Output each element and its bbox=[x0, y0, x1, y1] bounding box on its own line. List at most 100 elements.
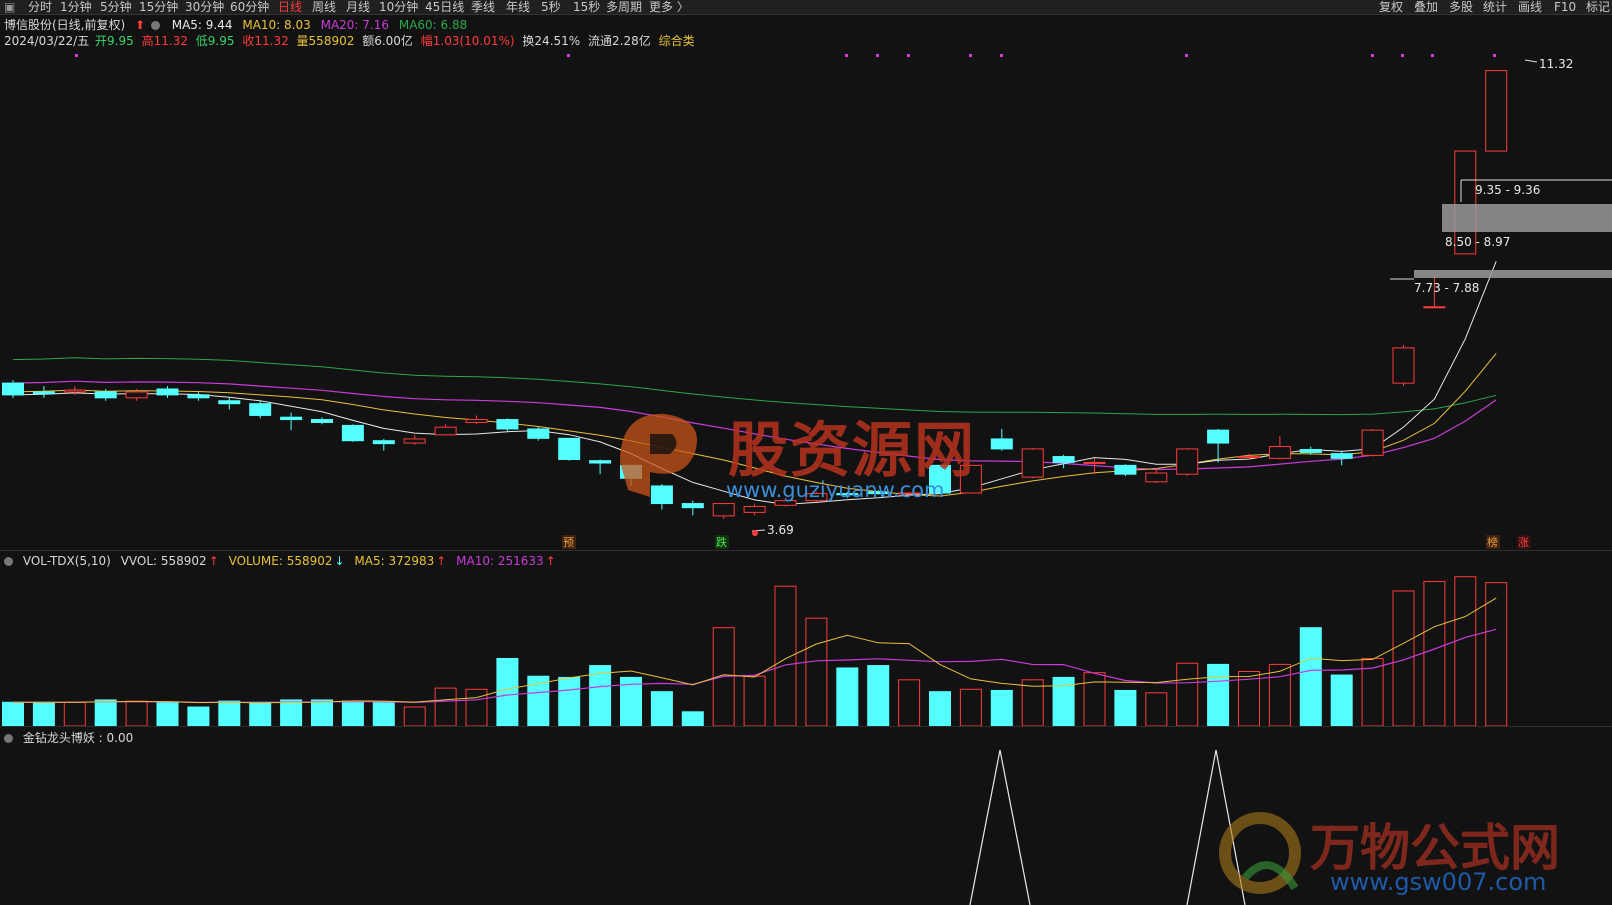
top-marker-2 bbox=[845, 54, 848, 57]
volume-bar-28 bbox=[867, 665, 890, 727]
candle-body-34 bbox=[1052, 456, 1075, 463]
zone-label-2: 8.50 - 8.97 bbox=[1445, 235, 1510, 249]
candle-body-4 bbox=[125, 391, 148, 399]
volume-bar-21 bbox=[650, 691, 673, 727]
top-marker-10 bbox=[1431, 54, 1434, 57]
candle-body-13 bbox=[403, 438, 426, 444]
candle-body-45 bbox=[1392, 347, 1415, 384]
zone-label-3: 7.73 - 7.88 bbox=[1414, 281, 1479, 295]
volume-bar-11 bbox=[341, 700, 364, 727]
candle-body-48 bbox=[1485, 70, 1508, 152]
volume-ma5: MA5: 372983 bbox=[354, 554, 435, 568]
candle-body-25 bbox=[774, 500, 797, 506]
panel-divider-2[interactable] bbox=[0, 726, 1612, 727]
volume-bar-47 bbox=[1454, 576, 1477, 727]
volume-settings-icon[interactable] bbox=[4, 554, 19, 568]
candle-body-27 bbox=[836, 493, 859, 496]
volume-bar-39 bbox=[1207, 663, 1230, 727]
indicator-panel-header: 金钻龙头博妖 : 0.00 bbox=[4, 730, 139, 746]
candle-body-36 bbox=[1114, 464, 1137, 475]
candle-body-2 bbox=[63, 389, 86, 393]
zone-band-1 bbox=[1442, 204, 1612, 232]
candle-body-26 bbox=[805, 493, 828, 502]
volume-bar-46 bbox=[1423, 580, 1446, 727]
candle-body-9 bbox=[280, 416, 303, 421]
volume-bar-41 bbox=[1268, 663, 1291, 727]
candle-body-12 bbox=[372, 440, 395, 445]
up-arrow-icon: ↑ bbox=[436, 554, 447, 568]
volume-bar-36 bbox=[1114, 689, 1137, 727]
panel-divider-1[interactable] bbox=[0, 550, 1612, 551]
top-marker-11 bbox=[1493, 54, 1496, 57]
candle-body-46 bbox=[1423, 306, 1446, 309]
volume-bar-14 bbox=[434, 687, 457, 727]
volume-bar-5 bbox=[156, 701, 179, 727]
candle-body-28 bbox=[867, 491, 890, 495]
volume-bar-0 bbox=[2, 701, 24, 727]
volume-bar-9 bbox=[280, 699, 303, 727]
indicator-settings-icon[interactable] bbox=[4, 731, 19, 745]
candle-body-14 bbox=[434, 426, 457, 436]
top-marker-9 bbox=[1401, 54, 1404, 57]
top-marker-1 bbox=[567, 54, 570, 57]
candle-body-3 bbox=[94, 391, 117, 399]
volume-total: VOLUME: 558902 bbox=[228, 554, 333, 568]
volume-bar-1 bbox=[32, 701, 55, 727]
volume-bar-29 bbox=[898, 679, 921, 727]
down-arrow-icon: ↓ bbox=[334, 554, 345, 568]
candle-body-23 bbox=[712, 503, 735, 517]
top-marker-8 bbox=[1371, 54, 1374, 57]
volume-bar-35 bbox=[1083, 672, 1106, 727]
volume-bar-27 bbox=[836, 667, 859, 727]
volume-bar-10 bbox=[311, 699, 333, 727]
volume-bar-31 bbox=[959, 688, 982, 727]
candle-body-42 bbox=[1299, 449, 1322, 453]
volume-bar-43 bbox=[1330, 674, 1353, 727]
candle-body-44 bbox=[1361, 429, 1384, 456]
top-marker-0 bbox=[75, 54, 78, 57]
volume-ma10: MA10: 251633 bbox=[456, 554, 544, 568]
volume-bar-48 bbox=[1485, 582, 1508, 727]
low-price-label: 3.69 bbox=[767, 523, 794, 537]
candle-body-18 bbox=[558, 437, 581, 461]
top-marker-7 bbox=[1185, 54, 1188, 57]
indicator-spike-2 bbox=[1186, 749, 1246, 905]
candle-body-30 bbox=[929, 464, 951, 494]
indicator-spike-1 bbox=[969, 749, 1031, 905]
volume-bar-37 bbox=[1145, 692, 1168, 727]
high-pointer bbox=[1524, 59, 1538, 63]
ma10-line bbox=[12, 353, 1497, 497]
volume-bar-45 bbox=[1392, 590, 1415, 727]
top-marker-6 bbox=[1000, 54, 1003, 57]
volume-bar-4 bbox=[125, 700, 148, 727]
candle-body-38 bbox=[1176, 448, 1199, 475]
candle-body-41 bbox=[1268, 446, 1291, 459]
volume-bar-8 bbox=[249, 701, 272, 727]
volume-bar-15 bbox=[465, 688, 488, 727]
volume-bar-30 bbox=[929, 691, 951, 727]
volume-panel-header: VOL-TDX(5,10) VVOL: 558902 ↑ VOLUME: 5589… bbox=[4, 553, 562, 569]
candle-body-20 bbox=[620, 464, 642, 479]
volume-bar-18 bbox=[558, 676, 581, 727]
candlestick-chart[interactable]: 9.35 - 9.36 8.50 - 8.97 7.73 - 7.88 11.32 3.… bbox=[0, 0, 1612, 905]
volume-bar-6 bbox=[187, 706, 210, 727]
candle-body-5 bbox=[156, 388, 179, 396]
candle-body-15 bbox=[465, 419, 488, 423]
indicator-label[interactable]: 金钻龙头博妖 : 0.00 bbox=[23, 731, 133, 745]
candle-body-32 bbox=[990, 438, 1013, 450]
candle-body-21 bbox=[650, 485, 673, 505]
volume-bar-2 bbox=[63, 701, 86, 727]
ma60-line bbox=[12, 357, 1497, 416]
candle-body-43 bbox=[1330, 453, 1353, 459]
candle-body-8 bbox=[249, 403, 272, 416]
volume-bar-3 bbox=[94, 699, 117, 727]
top-marker-3 bbox=[876, 54, 879, 57]
candle-body-17 bbox=[527, 428, 550, 439]
volume-bar-13 bbox=[403, 706, 426, 727]
top-marker-4 bbox=[907, 54, 910, 57]
volume-bar-12 bbox=[372, 701, 395, 727]
candle-body-29 bbox=[898, 492, 921, 495]
candle-body-7 bbox=[218, 400, 241, 405]
candle-body-16 bbox=[496, 419, 519, 430]
volume-indicator-name[interactable]: VOL-TDX(5,10) bbox=[23, 554, 111, 568]
